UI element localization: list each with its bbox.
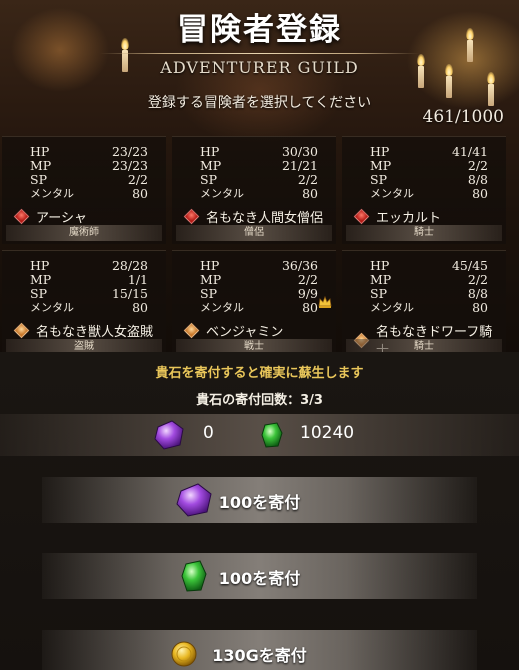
hp-value: 41/41 bbox=[451, 144, 488, 159]
sp-value: 8/8 bbox=[467, 286, 488, 301]
purple-gem-icon bbox=[154, 420, 184, 450]
gem-wallet: 0 10240 bbox=[0, 414, 519, 456]
guild-subtitle: ADVENTURER GUILD bbox=[160, 58, 359, 77]
mp-value: 2/2 bbox=[297, 272, 318, 287]
sp-value: 2/2 bbox=[297, 172, 318, 187]
mental-label: メンタル bbox=[30, 187, 74, 200]
mental-label: メンタル bbox=[200, 187, 244, 200]
sp-label: SP bbox=[200, 172, 217, 187]
donation-count: 貴石の寄付回数：3/3 bbox=[196, 393, 323, 408]
hp-label: HP bbox=[30, 258, 50, 273]
mp-label: MP bbox=[200, 158, 222, 173]
mp-value: 2/2 bbox=[467, 272, 488, 287]
adventurer-class: 騎士 bbox=[346, 225, 502, 241]
mp-value: 23/23 bbox=[111, 158, 148, 173]
roster-count: 461/1000 bbox=[422, 107, 504, 127]
donate-green-label: 100を寄付 bbox=[218, 569, 301, 588]
adventurer-card[interactable]: HP 41/41 MP 2/2 SP 8/8 メンタル 80 エッカルト 騎士 bbox=[342, 136, 506, 244]
donate-purple-button[interactable]: 100を寄付 bbox=[42, 477, 477, 523]
mental-label: メンタル bbox=[370, 187, 414, 200]
green-gem-count: 10240 bbox=[300, 423, 355, 443]
adventurer-card[interactable]: HP 23/23 MP 23/23 SP 2/2 メンタル 80 アーシャ 魔術師 bbox=[2, 136, 166, 244]
adventurer-class: 魔術師 bbox=[6, 225, 162, 241]
title-divider bbox=[100, 53, 419, 54]
adventurer-name: アーシャ bbox=[36, 211, 87, 226]
sp-value: 2/2 bbox=[127, 172, 148, 187]
adventurer-name: エッカルト bbox=[376, 211, 442, 226]
adventurer-card[interactable]: HP45/45 MP2/2 SP8/8 メンタル80 名もなきドワーフ騎士 騎士 bbox=[342, 250, 506, 359]
sp-label: SP bbox=[370, 172, 387, 187]
orange-diamond-icon bbox=[183, 322, 200, 339]
mp-value: 2/2 bbox=[467, 158, 488, 173]
mental-value: 80 bbox=[132, 300, 148, 315]
sp-value: 9/9 bbox=[297, 286, 318, 301]
mp-value: 1/1 bbox=[127, 272, 148, 287]
sp-label: SP bbox=[30, 286, 47, 301]
red-diamond-icon bbox=[13, 208, 30, 225]
donate-gold-label: 130Gを寄付 bbox=[212, 646, 307, 665]
mp-label: MP bbox=[30, 272, 52, 287]
mp-label: MP bbox=[370, 158, 392, 173]
sp-value: 8/8 bbox=[467, 172, 488, 187]
sp-label: SP bbox=[370, 286, 387, 301]
mental-label: メンタル bbox=[370, 301, 414, 314]
hp-value: 28/28 bbox=[111, 258, 148, 273]
purple-gem-count: 0 bbox=[203, 423, 214, 443]
hp-value: 23/23 bbox=[111, 144, 148, 159]
sp-label: SP bbox=[200, 286, 217, 301]
adventurer-class: 僧侶 bbox=[176, 225, 332, 241]
revive-notice: 貴石を寄付すると確実に蘇生します bbox=[155, 366, 364, 381]
hp-label: HP bbox=[200, 144, 220, 159]
orange-diamond-icon bbox=[13, 322, 30, 339]
hp-value: 30/30 bbox=[281, 144, 318, 159]
adventurer-name: 名もなき人間女僧侶 bbox=[206, 211, 324, 226]
red-diamond-icon bbox=[353, 208, 370, 225]
donate-gold-button[interactable]: 130Gを寄付 bbox=[42, 630, 477, 670]
mental-label: メンタル bbox=[200, 301, 244, 314]
red-diamond-icon bbox=[183, 208, 200, 225]
adventurer-card[interactable]: HP 28/28 MP 1/1 SP 15/15 メンタル 80 名もなき獣人女盗賊 盗… bbox=[2, 250, 166, 358]
mental-value: 80 bbox=[132, 186, 148, 201]
hp-value: 36/36 bbox=[281, 258, 318, 273]
mental-value: 80 bbox=[302, 186, 318, 201]
donate-green-button[interactable]: 100を寄付 bbox=[42, 553, 477, 599]
crown-icon bbox=[318, 295, 332, 308]
mental-value: 80 bbox=[302, 300, 318, 315]
page-title: 冒険者登録 bbox=[177, 12, 342, 48]
mp-label: MP bbox=[200, 272, 222, 287]
hp-label: HP bbox=[30, 144, 50, 159]
hp-label: HP bbox=[200, 258, 220, 273]
mp-label: MP bbox=[370, 272, 392, 287]
adventurer-card[interactable]: HP 30/30 MP 21/21 SP 2/2 メンタル 80 名もなき人間女僧侶 僧… bbox=[172, 136, 336, 244]
sp-value: 15/15 bbox=[111, 286, 148, 301]
adventurer-card[interactable]: HP 36/36 MP 2/2 SP 9/9 メンタル 80 ベンジャミン 戦士 bbox=[172, 250, 336, 358]
sp-label: SP bbox=[30, 172, 47, 187]
mental-value: 80 bbox=[472, 186, 488, 201]
adventurer-name: ベンジャミン bbox=[206, 325, 284, 340]
green-gem-icon bbox=[261, 422, 283, 448]
donate-purple-label: 100を寄付 bbox=[218, 493, 301, 512]
mp-label: MP bbox=[30, 158, 52, 173]
mental-value: 80 bbox=[472, 300, 488, 315]
hp-label: HP bbox=[370, 258, 390, 273]
mp-value: 21/21 bbox=[281, 158, 318, 173]
adventurer-name: 名もなき獣人女盗賊 bbox=[36, 325, 154, 340]
hp-value: 45/45 bbox=[451, 258, 488, 273]
mental-label: メンタル bbox=[30, 301, 74, 314]
hp-label: HP bbox=[370, 144, 390, 159]
